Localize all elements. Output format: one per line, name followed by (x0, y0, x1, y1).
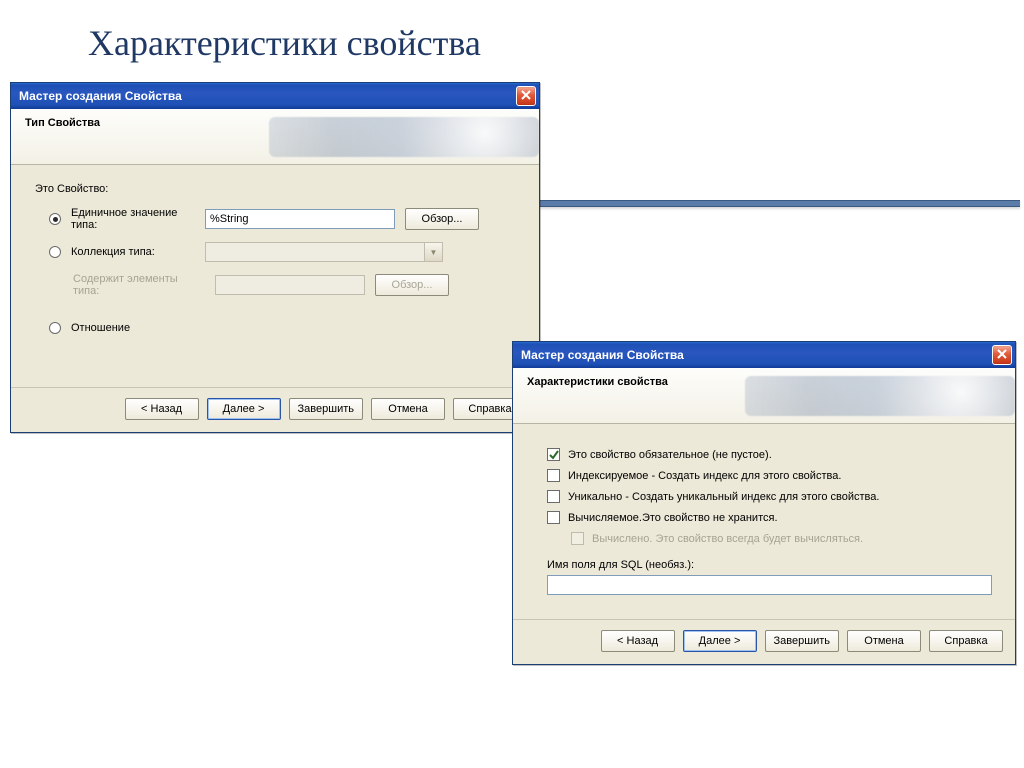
type-input[interactable] (205, 209, 395, 229)
cancel-button[interactable]: Отмена (371, 398, 445, 420)
back-button[interactable]: < Назад (125, 398, 199, 420)
close-icon (521, 90, 531, 103)
wizard-window-characteristics: Мастер создания Свойства Характеристики … (512, 341, 1016, 665)
checkbox-indexed[interactable] (547, 469, 560, 482)
finish-button[interactable]: Завершить (289, 398, 363, 420)
wizard-header-title: Характеристики свойства (527, 376, 668, 388)
cancel-button[interactable]: Отмена (847, 630, 921, 652)
contains-input (215, 275, 365, 295)
button-bar: < Назад Далее > Завершить Отмена Справка (11, 387, 539, 432)
radio-collection[interactable] (49, 246, 61, 258)
section-label: Это Свойство: (35, 183, 521, 195)
browse-button-disabled: Обзор... (375, 274, 449, 296)
close-icon (997, 349, 1007, 362)
button-bar: < Назад Далее > Завершить Отмена Справка (513, 619, 1015, 664)
next-button[interactable]: Далее > (683, 630, 757, 652)
wizard-window-type: Мастер создания Свойства Тип Свойства Эт… (10, 82, 540, 433)
chevron-down-icon: ▼ (424, 243, 442, 261)
checkbox-required[interactable] (547, 448, 560, 461)
radio-single-value-label: Единичное значение типа: (71, 207, 195, 231)
checkbox-computed-always (571, 532, 584, 545)
next-button[interactable]: Далее > (207, 398, 281, 420)
checkbox-unique[interactable] (547, 490, 560, 503)
radio-collection-label: Коллекция типа: (71, 246, 195, 258)
sql-field-label: Имя поля для SQL (необяз.): (547, 559, 997, 571)
radio-relation[interactable] (49, 322, 61, 334)
window-title: Мастер создания Свойства (521, 348, 684, 362)
close-button[interactable] (992, 345, 1012, 365)
finish-button[interactable]: Завершить (765, 630, 839, 652)
slide-title: Характеристики свойства (88, 22, 481, 64)
header-decoration (269, 117, 539, 157)
wizard-header: Тип Свойства (11, 109, 539, 165)
sql-field-input[interactable] (547, 575, 992, 595)
accent-bar (540, 200, 1020, 207)
titlebar[interactable]: Мастер создания Свойства (513, 342, 1015, 368)
window-title: Мастер создания Свойства (19, 89, 182, 103)
browse-button[interactable]: Обзор... (405, 208, 479, 230)
checkbox-unique-label: Уникально - Создать уникальный индекс дл… (568, 491, 879, 503)
radio-single-value[interactable] (49, 213, 61, 225)
header-decoration (745, 376, 1015, 416)
checkbox-computed-label: Вычисляемое.Это свойство не хранится. (568, 512, 778, 524)
close-button[interactable] (516, 86, 536, 106)
checkbox-computed[interactable] (547, 511, 560, 524)
contains-label: Содержит элементы типа: (73, 273, 205, 297)
checkbox-computed-always-label: Вычислено. Это свойство всегда будет выч… (592, 533, 863, 545)
wizard-header-title: Тип Свойства (25, 117, 100, 129)
collection-combo[interactable]: ▼ (205, 242, 443, 262)
back-button[interactable]: < Назад (601, 630, 675, 652)
checkbox-indexed-label: Индексируемое - Создать индекс для этого… (568, 470, 841, 482)
wizard-header: Характеристики свойства (513, 368, 1015, 424)
titlebar[interactable]: Мастер создания Свойства (11, 83, 539, 109)
help-button[interactable]: Справка (929, 630, 1003, 652)
radio-relation-label: Отношение (71, 322, 195, 334)
checkbox-required-label: Это свойство обязательное (не пустое). (568, 449, 772, 461)
